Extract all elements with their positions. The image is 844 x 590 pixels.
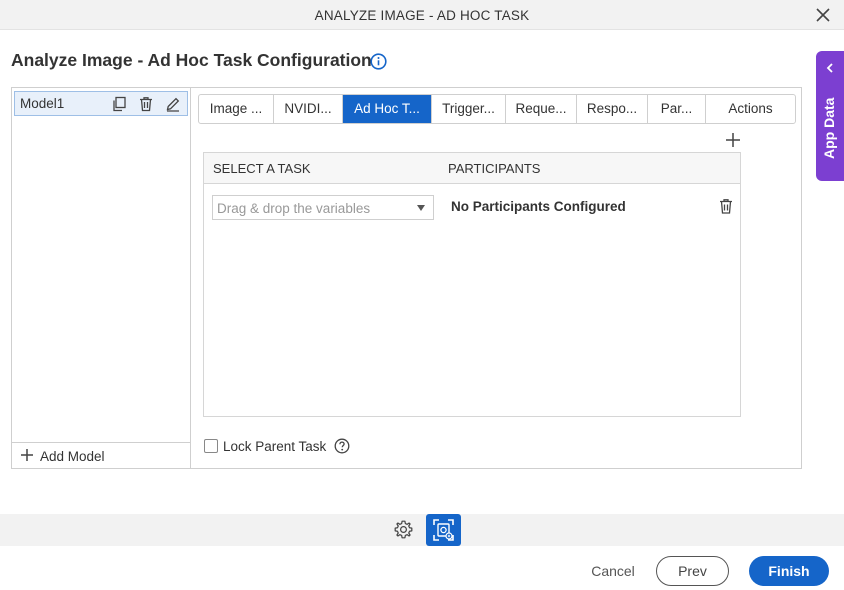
add-model-label: Add Model (40, 449, 105, 464)
model-item[interactable]: Model1 (14, 91, 188, 116)
title-bar: ANALYZE IMAGE - AD HOC TASK (0, 0, 844, 30)
tab-response[interactable]: Respo... (577, 95, 648, 123)
edit-icon[interactable] (165, 96, 181, 112)
data-mapping-button[interactable] (426, 514, 461, 546)
model-list: Model1 Add Model (12, 88, 191, 468)
column-header-select-task: SELECT A TASK (213, 161, 311, 176)
app-data-panel-toggle[interactable]: App Data (816, 51, 844, 181)
lock-parent-task-checkbox[interactable] (204, 439, 218, 453)
plus-icon (21, 449, 33, 461)
help-icon[interactable] (334, 438, 350, 454)
model-name: Model1 (20, 96, 65, 111)
chevron-left-icon (826, 63, 833, 73)
tab-trigger[interactable]: Trigger... (432, 95, 506, 123)
table-header: SELECT A TASK PARTICIPANTS (204, 153, 740, 184)
window-title: ANALYZE IMAGE - AD HOC TASK (314, 8, 530, 23)
configuration-panel: Model1 Add Model Image ... NVIDI... Ad H… (11, 87, 802, 469)
bottom-toolbar (0, 514, 844, 546)
tab-image[interactable]: Image ... (199, 95, 274, 123)
task-table: SELECT A TASK PARTICIPANTS Drag & drop t… (203, 152, 741, 417)
add-model-button[interactable]: Add Model (12, 442, 190, 468)
tab-actions[interactable]: Actions (706, 95, 795, 123)
info-icon[interactable] (370, 53, 387, 70)
cancel-button[interactable]: Cancel (580, 556, 646, 586)
task-select-placeholder: Drag & drop the variables (217, 201, 371, 216)
delete-row-icon[interactable] (718, 198, 734, 215)
copy-icon[interactable] (111, 96, 127, 112)
tab-bar: Image ... NVIDI... Ad Hoc T... Trigger..… (198, 94, 796, 124)
close-icon[interactable] (814, 6, 832, 24)
dialog: ANALYZE IMAGE - AD HOC TASK Analyze Imag… (0, 0, 844, 590)
tab-ad-hoc-task[interactable]: Ad Hoc T... (343, 95, 432, 123)
page-title: Analyze Image - Ad Hoc Task Configuratio… (11, 50, 372, 70)
caret-down-icon (417, 205, 425, 211)
add-task-icon[interactable] (725, 132, 741, 148)
tab-parameters[interactable]: Par... (648, 95, 706, 123)
image-analysis-icon (433, 519, 454, 541)
tab-request[interactable]: Reque... (506, 95, 577, 123)
tab-nvidia[interactable]: NVIDI... (274, 95, 343, 123)
delete-icon[interactable] (138, 96, 154, 112)
gear-icon[interactable] (393, 519, 414, 540)
participants-value: No Participants Configured (451, 199, 626, 214)
prev-button[interactable]: Prev (656, 556, 729, 586)
task-select[interactable]: Drag & drop the variables (212, 195, 434, 220)
lock-parent-task-label: Lock Parent Task (223, 439, 327, 454)
finish-button[interactable]: Finish (749, 556, 829, 586)
app-data-label: App Data (821, 97, 837, 159)
column-header-participants: PARTICIPANTS (448, 161, 541, 176)
